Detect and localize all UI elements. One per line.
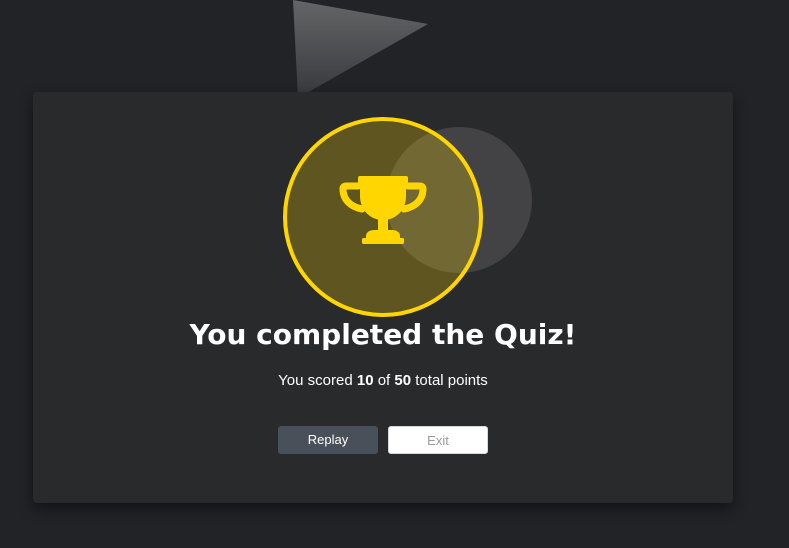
completion-title: You completed the Quiz!	[189, 318, 577, 351]
score-middle: of	[377, 372, 391, 389]
score-value: 10	[356, 372, 374, 389]
quiz-result-card: You completed the Quiz! You scored 10 of…	[33, 92, 733, 503]
score-prefix: You scored	[278, 372, 353, 389]
score-total: 50	[394, 372, 412, 389]
score-summary: You scored 10 of 50 total points	[33, 371, 733, 391]
exit-button[interactable]: Exit	[388, 426, 488, 454]
score-suffix: total points	[415, 372, 488, 389]
trophy-icon	[339, 176, 427, 244]
replay-button[interactable]: Replay	[278, 426, 378, 454]
